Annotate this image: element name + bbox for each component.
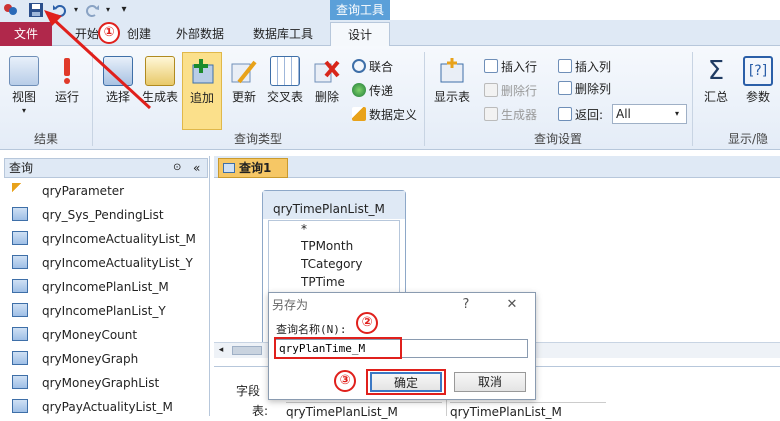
- annotation-marker-3: ③: [334, 370, 356, 392]
- annotation-marker-1: ①: [98, 22, 120, 44]
- annotation-marker-2: ②: [356, 312, 378, 334]
- annotation-highlight-ok: [366, 369, 446, 395]
- annotation-highlight-input: [274, 337, 402, 359]
